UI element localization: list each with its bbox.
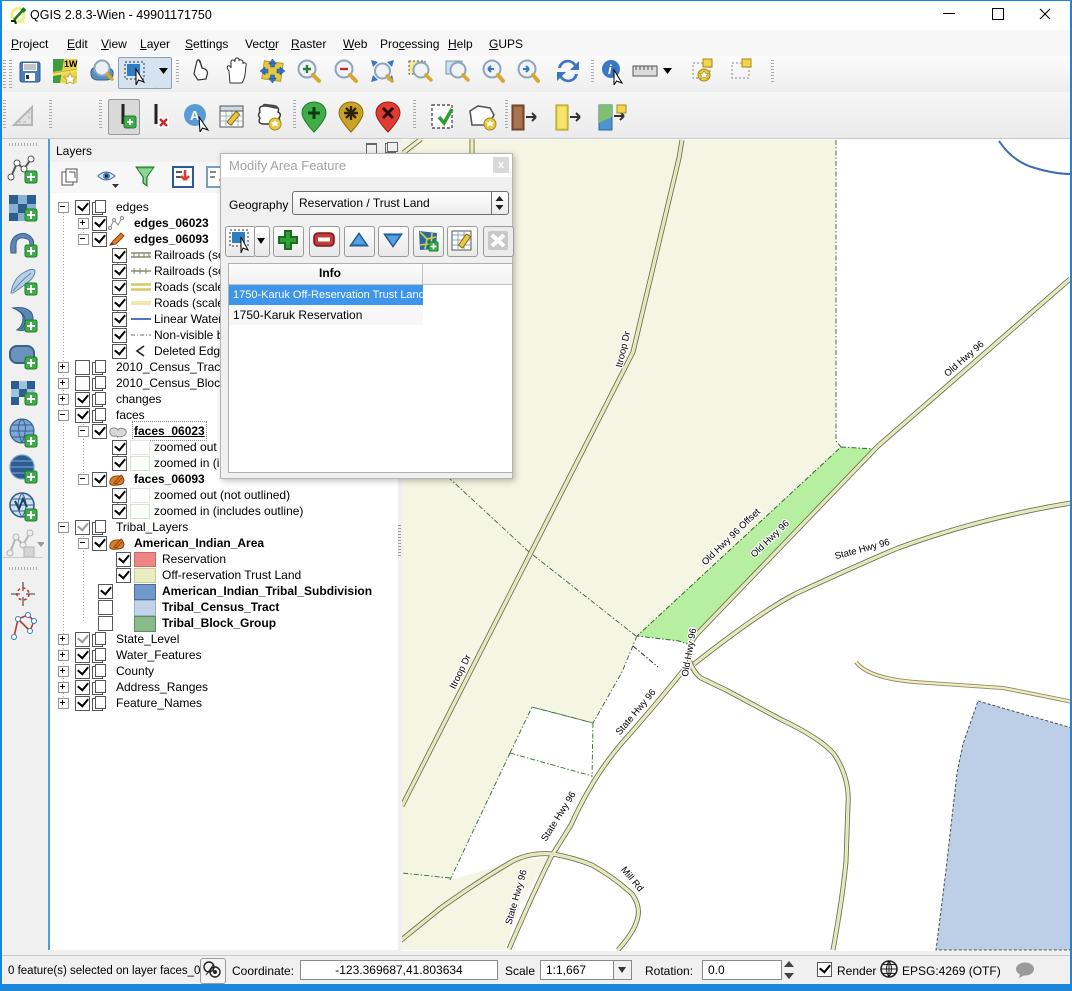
svg-text:1W: 1W bbox=[64, 59, 78, 69]
svg-text:i: i bbox=[608, 62, 612, 77]
